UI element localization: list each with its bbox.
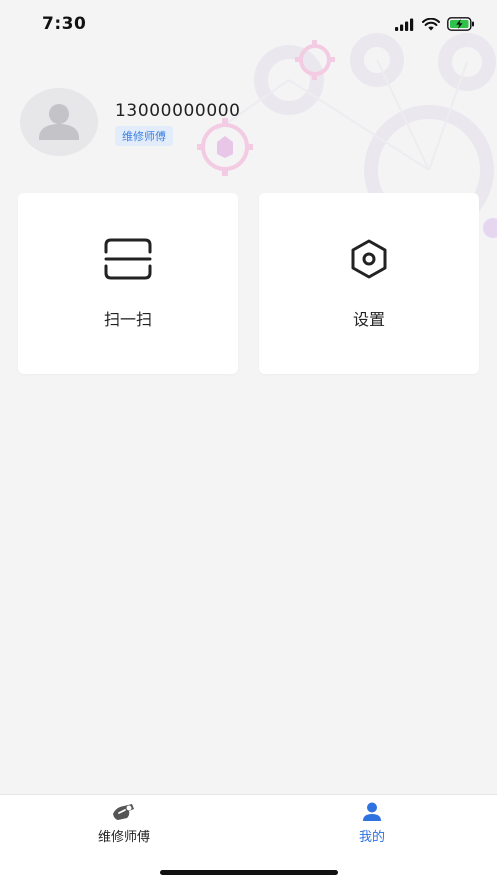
scan-icon <box>103 237 153 281</box>
status-time: 7:30 <box>42 14 87 34</box>
screen: 7:30 13000000000 维修师傅 扫一扫 设置 维修师傅 我的 <box>0 0 497 883</box>
scan-label: 扫一扫 <box>103 310 152 329</box>
profile-header: 13000000000 维修师傅 <box>20 88 477 162</box>
status-bar: 7:30 <box>0 0 497 48</box>
role-badge: 维修师傅 <box>115 126 173 146</box>
settings-hex-icon <box>344 237 394 281</box>
action-cards: 扫一扫 设置 <box>18 193 479 374</box>
home-indicator <box>159 870 338 875</box>
tab-repair-label: 维修师傅 <box>97 830 150 845</box>
repair-icon <box>64 801 184 823</box>
tab-mine-label: 我的 <box>358 830 385 845</box>
signal-icon <box>395 16 415 35</box>
status-icons <box>395 16 475 35</box>
scan-card[interactable]: 扫一扫 <box>18 193 238 374</box>
settings-label: 设置 <box>352 310 385 329</box>
wifi-icon <box>422 16 440 35</box>
tab-repair[interactable]: 维修师傅 <box>64 801 184 845</box>
tab-mine[interactable]: 我的 <box>312 801 432 845</box>
user-phone: 13000000000 <box>115 101 241 121</box>
person-icon <box>312 801 432 823</box>
settings-card[interactable]: 设置 <box>259 193 479 374</box>
user-avatar-icon <box>39 104 79 140</box>
avatar[interactable] <box>20 88 98 156</box>
tab-bar: 维修师傅 我的 <box>0 794 497 883</box>
battery-charging-icon <box>447 16 475 35</box>
